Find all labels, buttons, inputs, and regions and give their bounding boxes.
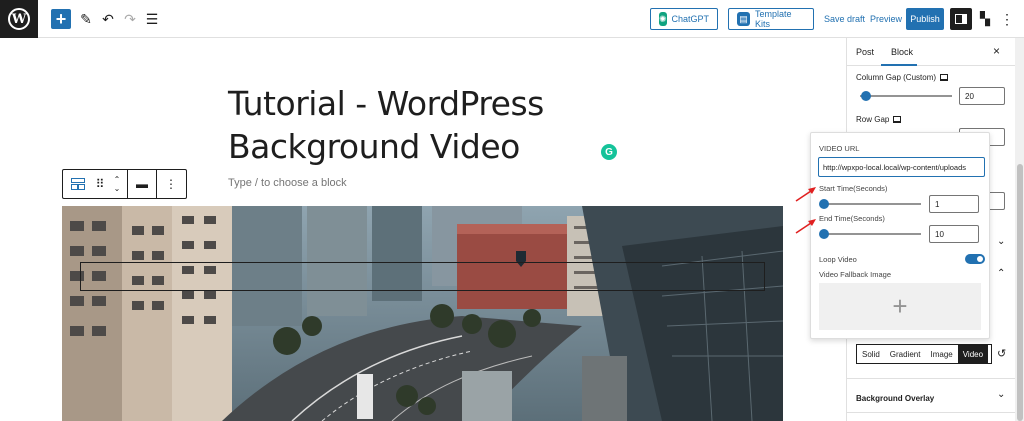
desktop-icon[interactable]	[940, 74, 949, 81]
chatgpt-label: ChatGPT	[671, 14, 710, 24]
pencil-tools-icon[interactable]: ✎	[78, 9, 94, 29]
move-up-down-icon[interactable]: ⌃ ⌄	[107, 170, 127, 198]
settings-toggle-button[interactable]	[950, 8, 972, 30]
block-toolbar: ⠿ ⌃ ⌄ ▬ ⋮	[62, 169, 187, 199]
tab-video[interactable]: Video	[957, 345, 989, 363]
desktop-icon[interactable]	[893, 116, 902, 123]
tab-post[interactable]: Post	[856, 47, 874, 57]
more-options-icon[interactable]: ⋮	[1000, 9, 1014, 29]
sidebar-icon	[955, 14, 967, 24]
tab-solid[interactable]: Solid	[857, 345, 885, 363]
editor-canvas: Tutorial - WordPress Background Video G …	[0, 38, 846, 421]
column-gap-text: Column Gap (Custom)	[856, 73, 937, 82]
template-kits-button[interactable]: ▤ Template Kits	[728, 8, 814, 30]
fallback-image-upload[interactable]: +	[819, 283, 981, 330]
background-video-preview[interactable]	[62, 206, 783, 421]
row-gap-text: Row Gap	[856, 115, 890, 124]
column-gap-slider-thumb[interactable]	[861, 91, 871, 101]
background-overlay-heading[interactable]: Background Overlay	[856, 394, 934, 403]
chatgpt-icon: ✺	[659, 12, 667, 26]
end-time-slider-track[interactable]	[823, 233, 921, 235]
end-time-slider-thumb[interactable]	[819, 229, 829, 239]
template-kits-icon: ▤	[737, 12, 750, 26]
selected-inner-block-outline[interactable]	[80, 262, 765, 291]
reset-icon[interactable]: ↺	[997, 347, 1006, 360]
loop-video-label: Loop Video	[819, 255, 857, 264]
block-type-icon[interactable]	[63, 170, 93, 198]
sidebar-scrollbar[interactable]	[1015, 38, 1024, 421]
chevron-down-icon[interactable]: ⌄	[997, 236, 1005, 247]
align-icon[interactable]: ▬	[128, 170, 156, 198]
scrollbar-thumb[interactable]	[1017, 164, 1023, 421]
column-gap-input[interactable]: 20	[959, 87, 1005, 105]
plus-icon: +	[892, 291, 908, 321]
start-time-slider-thumb[interactable]	[819, 199, 829, 209]
block-options-icon[interactable]: ⋮	[157, 170, 185, 198]
annotation-arrow-start-time	[795, 187, 816, 202]
top-toolbar: W + ✎ ↶ ↷ ☰ ✺ ChatGPT ▤ Template Kits Sa…	[0, 0, 1024, 38]
start-time-slider-track[interactable]	[823, 203, 921, 205]
end-time-label: End Time(Seconds)	[819, 214, 885, 223]
tab-image[interactable]: Image	[925, 345, 957, 363]
video-url-label: VIDEO URL	[819, 144, 860, 153]
section-divider	[847, 412, 1015, 413]
save-draft-button[interactable]: Save draft	[824, 14, 865, 24]
tab-block[interactable]: Block	[891, 47, 913, 57]
post-title[interactable]: Tutorial - WordPress Background Video	[228, 82, 588, 168]
fallback-image-label: Video Fallback Image	[819, 270, 891, 279]
document-overview-icon[interactable]: ☰	[144, 9, 160, 29]
chatgpt-button[interactable]: ✺ ChatGPT	[650, 8, 718, 30]
close-icon[interactable]: ×	[993, 44, 1000, 58]
video-settings-popover: VIDEO URL http://wpxpo-local.local/wp-co…	[810, 132, 990, 339]
redo-icon[interactable]: ↷	[122, 9, 138, 29]
block-placeholder[interactable]: Type / to choose a block	[228, 177, 347, 189]
row-gap-label: Row Gap	[856, 115, 902, 124]
start-time-label: Start Time(Seconds)	[819, 184, 888, 193]
grammarly-icon[interactable]: G	[601, 144, 617, 160]
sidebar-tabs: Post Block ×	[847, 38, 1015, 66]
column-gap-slider-track[interactable]	[860, 95, 952, 97]
publish-button[interactable]: Publish	[906, 8, 944, 30]
drag-handle-icon[interactable]: ⠿	[93, 170, 107, 198]
chevron-up-icon[interactable]: ⌃	[997, 268, 1005, 279]
background-type-tabs: Solid Gradient Image Video	[856, 344, 992, 364]
chevron-down-icon[interactable]: ⌄	[997, 389, 1005, 400]
add-block-button[interactable]: +	[51, 9, 71, 29]
start-time-input[interactable]: 1	[929, 195, 979, 213]
wordpress-logo-icon[interactable]: W	[0, 0, 38, 38]
active-tab-indicator	[881, 64, 917, 66]
end-time-input[interactable]: 10	[929, 225, 979, 243]
tab-gradient[interactable]: Gradient	[885, 345, 926, 363]
annotation-arrow-end-time	[795, 219, 816, 234]
template-kits-label: Template Kits	[754, 9, 792, 29]
preview-button[interactable]: Preview	[870, 14, 902, 24]
column-gap-label: Column Gap (Custom)	[856, 73, 949, 82]
section-divider	[847, 378, 1015, 379]
loop-video-toggle[interactable]	[965, 254, 985, 264]
undo-icon[interactable]: ↶	[100, 9, 116, 29]
plugin-blocks-icon[interactable]: ▚	[976, 9, 994, 29]
video-url-input[interactable]: http://wpxpo-local.local/wp-content/uplo…	[818, 157, 985, 177]
